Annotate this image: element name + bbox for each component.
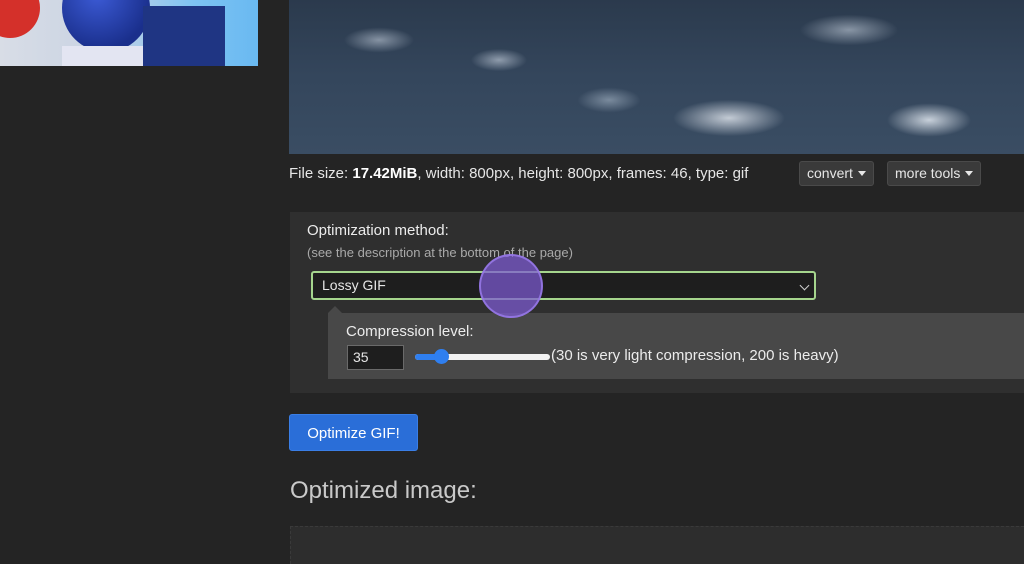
- convert-label: convert: [807, 165, 853, 181]
- ezgif-optimize-page: File size: 17.42MiB, width: 800px, heigh…: [0, 0, 1024, 564]
- panel-pointer-notch: [328, 306, 342, 313]
- compression-level-slider[interactable]: [415, 346, 550, 368]
- compression-level-input[interactable]: 35: [347, 345, 404, 370]
- caret-down-icon: [965, 171, 974, 176]
- compression-settings-panel: Compression level: 35 (30 is very light …: [328, 306, 1024, 379]
- thumbnail-blue-cube: [143, 6, 225, 66]
- file-size-label: File size:: [289, 165, 353, 182]
- selected-method-text: Lossy GIF: [322, 277, 386, 293]
- thumbnail-pedestal: [62, 46, 144, 66]
- more-tools-label: more tools: [895, 165, 961, 181]
- more-tools-dropdown-button[interactable]: more tools: [887, 161, 982, 186]
- caret-down-icon: [857, 171, 866, 176]
- file-size-value: 17.42MiB: [352, 165, 418, 182]
- slider-thumb-handle[interactable]: [433, 349, 449, 364]
- thumbnail-red-sphere: [0, 0, 40, 38]
- optimization-panel: Optimization method: (see the descriptio…: [290, 212, 1024, 393]
- compression-level-hint: (30 is very light compression, 200 is he…: [551, 347, 839, 364]
- chevron-down-icon: [799, 280, 810, 291]
- thumbnail-blue-sphere: [62, 0, 150, 52]
- file-info-text: File size: 17.42MiB, width: 800px, heigh…: [289, 164, 748, 186]
- optimize-gif-button[interactable]: Optimize GIF!: [289, 414, 418, 451]
- optimization-method-label: Optimization method:: [307, 222, 449, 239]
- file-dimensions-text: , width: 800px, height: 800px, frames: 4…: [417, 165, 749, 182]
- optimized-image-area: [290, 526, 1024, 564]
- related-thumbnail-image[interactable]: [0, 0, 258, 66]
- gif-preview-image: [289, 0, 1024, 154]
- optimization-method-note: (see the description at the bottom of th…: [307, 245, 573, 260]
- convert-dropdown-button[interactable]: convert: [799, 161, 874, 186]
- optimization-method-select[interactable]: Lossy GIF: [311, 271, 816, 300]
- compression-level-label: Compression level:: [346, 323, 474, 340]
- optimized-image-heading: Optimized image:: [290, 477, 477, 504]
